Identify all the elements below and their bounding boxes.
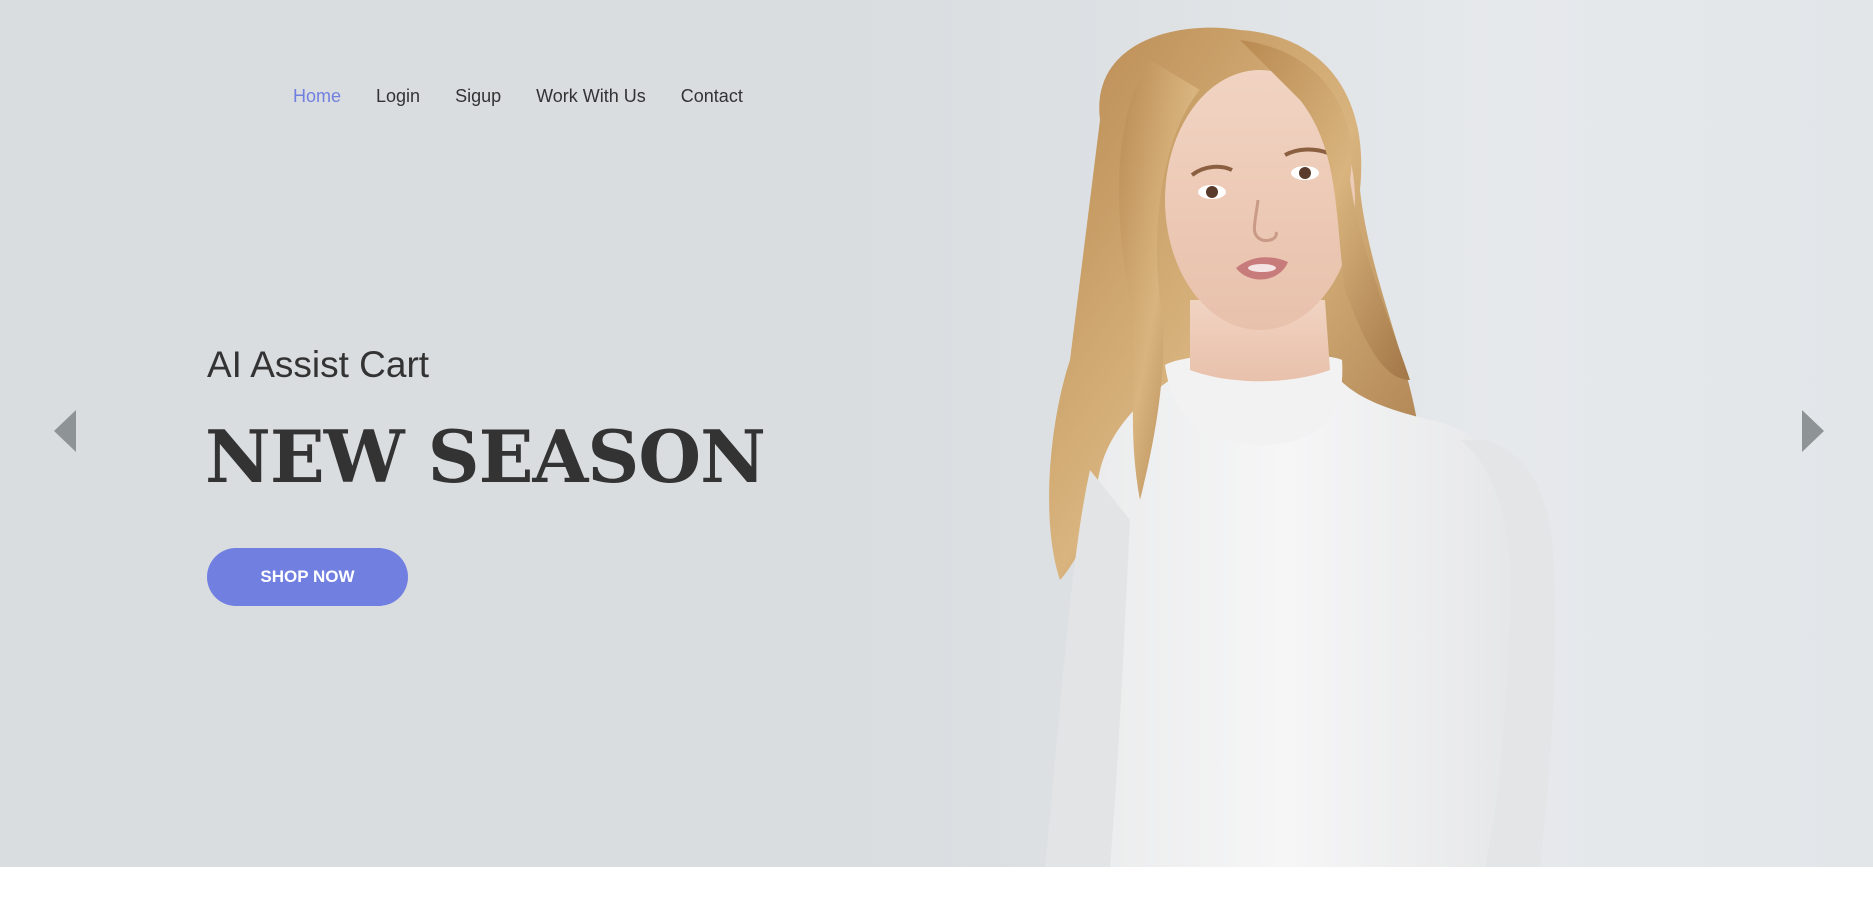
nav-contact-link[interactable]: Contact bbox=[681, 82, 743, 110]
triangle-right-icon bbox=[1802, 410, 1824, 452]
hero-slider: Home Login Sigup Work With Us Contact AI… bbox=[0, 0, 1873, 867]
slider-next-button[interactable] bbox=[1800, 410, 1824, 452]
nav-signup-link[interactable]: Sigup bbox=[455, 82, 501, 110]
nav-login-link[interactable]: Login bbox=[376, 82, 420, 110]
slider-prev-button[interactable] bbox=[54, 410, 78, 452]
triangle-left-icon bbox=[54, 410, 76, 452]
shop-now-button[interactable]: SHOP NOW bbox=[207, 548, 408, 606]
hero-model-image bbox=[1045, 27, 1556, 867]
hero-subtitle: AI Assist Cart bbox=[207, 344, 430, 385]
hero-headline: NEW SEASON bbox=[205, 414, 766, 499]
main-nav: Home Login Sigup Work With Us Contact bbox=[293, 82, 778, 110]
nav-home-link[interactable]: Home bbox=[293, 82, 341, 110]
nav-work-with-us-link[interactable]: Work With Us bbox=[536, 82, 646, 110]
